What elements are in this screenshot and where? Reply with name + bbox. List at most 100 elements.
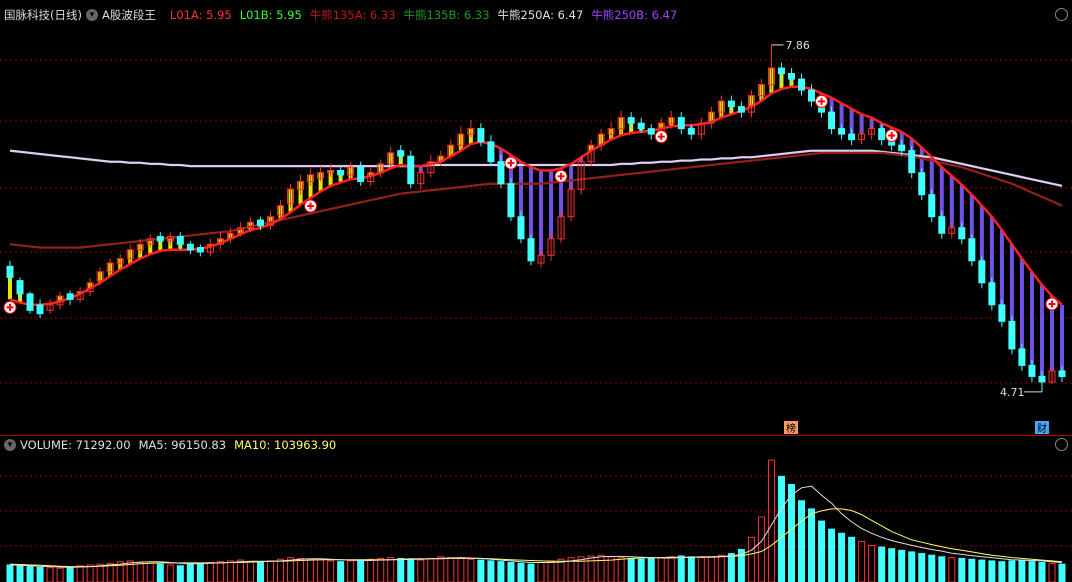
candle-body — [928, 194, 936, 218]
volume-bar — [467, 558, 475, 582]
volume-bar — [76, 565, 84, 582]
candle-body — [176, 236, 184, 245]
volume-bar — [437, 556, 445, 582]
volume-bar — [307, 558, 315, 582]
low-price-label: 4.71 — [1000, 386, 1025, 399]
volume-bar — [297, 557, 305, 582]
volume-bar — [387, 557, 395, 582]
volume-bar — [1008, 560, 1016, 582]
volume-bar — [377, 557, 385, 582]
volume-bar — [657, 557, 665, 582]
price-chart-panel[interactable]: 国脉科技(日线) ▾ A股波段王 L01A: 5.95 L01B: 5.95 牛… — [0, 0, 1072, 436]
candle-body — [1008, 320, 1016, 350]
candle-body — [878, 128, 886, 141]
candle-body — [1058, 370, 1066, 377]
volume-bar — [978, 559, 986, 582]
candle-body — [938, 216, 946, 234]
volume-bar — [727, 553, 735, 582]
volume-bar — [527, 563, 535, 582]
volume-bar — [787, 484, 795, 582]
volume-bar — [637, 558, 645, 582]
volume-bar — [998, 561, 1006, 582]
candle-body — [407, 155, 415, 185]
volume-bar — [717, 554, 725, 582]
volume-bar — [547, 560, 555, 582]
candle-body — [6, 265, 14, 278]
volume-bar — [928, 554, 936, 582]
volume-bar — [1038, 562, 1046, 582]
candle-body — [908, 150, 916, 174]
volume-bar — [477, 559, 485, 582]
chevron-down-icon[interactable]: ▾ — [4, 439, 16, 451]
volume-bar — [266, 560, 274, 582]
volume-bar — [697, 557, 705, 582]
candle-body — [998, 304, 1006, 322]
volume-bar — [838, 532, 846, 582]
volume-bar — [577, 556, 585, 582]
volume-bar — [988, 560, 996, 582]
volume-bar — [878, 546, 886, 582]
volume-bar — [216, 561, 224, 582]
volume-bar — [427, 557, 435, 582]
volume-svg — [0, 459, 1072, 582]
volume-bar — [186, 563, 194, 582]
legend-bull250a: 牛熊250A: 6.47 — [497, 8, 584, 22]
volume-bar — [1058, 563, 1066, 582]
candle-body — [1018, 348, 1026, 366]
volume-bar — [327, 560, 335, 582]
volume-bar — [888, 548, 896, 582]
chevron-down-icon[interactable]: ▾ — [85, 9, 98, 21]
candle-body — [627, 117, 635, 124]
volume-bar — [747, 536, 755, 582]
candle-body — [497, 161, 505, 185]
volume-bar — [6, 564, 14, 582]
volume-bar — [246, 561, 254, 582]
legend-bull135a: 牛熊135A: 6.33 — [309, 8, 396, 22]
volume-bar — [587, 555, 595, 582]
volume-bar — [66, 566, 74, 582]
high-price-label: 7.86 — [785, 39, 810, 52]
candle-body — [16, 280, 24, 295]
indicator-name[interactable]: A股波段王 — [102, 7, 156, 23]
volume-bar — [798, 500, 806, 582]
badge-bang: 榜 — [786, 422, 796, 435]
volume-bar — [828, 528, 836, 582]
volume-bar — [868, 544, 876, 582]
volume-bar — [357, 559, 365, 582]
candle-body — [918, 172, 926, 196]
legend-l01a: L01A: 5.95 — [169, 8, 232, 22]
candle-body — [527, 238, 535, 262]
volume-bar — [757, 516, 765, 582]
volume-bar — [818, 520, 826, 582]
volume-bar — [1018, 559, 1026, 582]
volume-bar — [918, 553, 926, 582]
candle-body — [958, 227, 966, 240]
volume-bar — [337, 561, 345, 582]
volume-bar — [417, 559, 425, 582]
volume-bar — [407, 558, 415, 582]
fill-bar — [549, 170, 554, 239]
candle-body — [397, 150, 405, 157]
candle-body — [838, 128, 846, 135]
volume-bar — [347, 560, 355, 582]
volume-bar — [26, 566, 34, 582]
candle-body — [66, 293, 74, 300]
candle-body — [196, 247, 204, 253]
volume-bar — [56, 567, 64, 582]
candle-body — [1038, 375, 1046, 383]
volume-bar — [707, 556, 715, 582]
volume-bar — [617, 557, 625, 582]
volume-bar — [236, 559, 244, 582]
volume-bar — [226, 560, 234, 582]
volume-bar — [1048, 562, 1056, 582]
volume-bar — [206, 562, 214, 582]
volume-bar — [517, 562, 525, 582]
volume-chart-panel[interactable]: ▾ VOLUME: 71292.00 MA5: 96150.83 MA10: 1… — [0, 436, 1072, 582]
candle-body — [487, 141, 495, 163]
candle-body — [647, 128, 655, 135]
volume-bar — [597, 554, 605, 582]
volume-bar — [677, 555, 685, 582]
volume-bar — [367, 558, 375, 582]
candle-body — [1028, 364, 1036, 377]
candle-body — [357, 166, 365, 182]
